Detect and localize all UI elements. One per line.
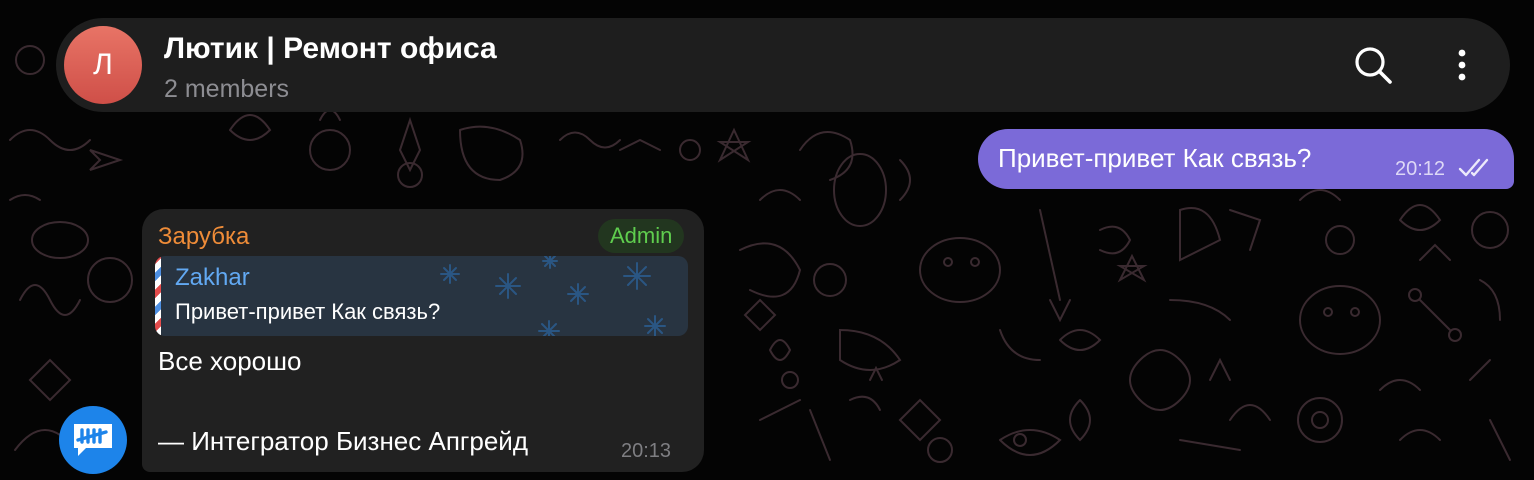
outgoing-message[interactable]: Привет-привет Как связь? 20:12 xyxy=(978,129,1514,189)
sender-name[interactable]: Зарубка xyxy=(158,223,249,251)
chat-logo-icon xyxy=(74,424,112,456)
message-text: Все хорошо xyxy=(158,346,302,376)
member-count: 2 members xyxy=(164,75,290,103)
more-options-button[interactable] xyxy=(1439,42,1485,88)
admin-badge: Admin xyxy=(598,219,685,253)
sender-avatar[interactable] xyxy=(59,406,127,474)
chat-title: Лютик | Ремонт офиса xyxy=(164,32,497,65)
more-vertical-icon xyxy=(1458,49,1466,81)
reply-author: Zakhar xyxy=(175,264,250,291)
search-button[interactable] xyxy=(1350,42,1396,88)
double-check-icon xyxy=(1458,158,1489,177)
chat-screen: Л Лютик | Ремонт офиса 2 members Привет-… xyxy=(0,0,1534,480)
search-icon xyxy=(1355,47,1392,84)
reply-accent-stripe xyxy=(155,256,161,336)
chat-header[interactable]: Л Лютик | Ремонт офиса 2 members xyxy=(56,18,1510,112)
message-signature: — Интегратор Бизнес Апгрейд xyxy=(158,426,529,456)
reply-text: Привет-привет Как связь? xyxy=(175,299,441,324)
outgoing-message-time: 20:12 xyxy=(1395,158,1446,180)
outgoing-message-text: Привет-привет Как связь? xyxy=(998,143,1312,173)
incoming-message-time: 20:13 xyxy=(621,440,672,462)
group-avatar[interactable]: Л xyxy=(64,26,142,104)
incoming-message[interactable]: Зарубка Admin Zakhar Привет-привет Как с… xyxy=(142,209,704,472)
reply-quote[interactable]: Zakhar Привет-привет Как связь? xyxy=(155,256,688,336)
